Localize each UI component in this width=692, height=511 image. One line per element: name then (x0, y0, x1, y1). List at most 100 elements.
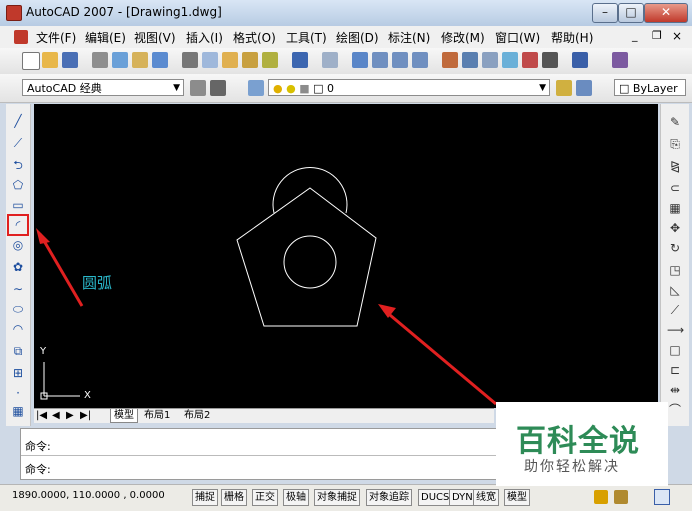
make-current-layer-icon[interactable] (556, 80, 572, 96)
document-icon[interactable] (14, 30, 28, 44)
pan-icon[interactable] (352, 52, 368, 68)
lineweight-toggle[interactable]: 线宽 (473, 489, 499, 506)
join-icon[interactable]: ⊏ (667, 362, 683, 378)
arc-icon[interactable]: ◜ (7, 214, 29, 236)
undo-icon[interactable] (292, 52, 308, 68)
last-tab-icon[interactable]: ▶| (80, 409, 91, 422)
zoom-previous-icon[interactable] (412, 52, 428, 68)
match-properties-icon[interactable] (242, 52, 258, 68)
menu-dimension[interactable]: 标注(N) (388, 29, 430, 46)
workspace-settings-icon[interactable] (190, 80, 206, 96)
3d-dwf-icon[interactable] (152, 52, 168, 68)
sheet-set-icon[interactable] (502, 52, 518, 68)
ellipse-arc-icon[interactable]: ◠ (11, 322, 25, 336)
menu-window[interactable]: 窗口(W) (495, 29, 540, 46)
osnap-toggle[interactable]: 对象捕捉 (314, 489, 360, 506)
layer-manager-icon[interactable] (248, 80, 264, 96)
break-icon[interactable]: □ (667, 342, 683, 358)
menu-modify[interactable]: 修改(M) (441, 29, 485, 46)
ducs-toggle[interactable]: DUCS (418, 489, 453, 506)
rotate-icon[interactable]: ↻ (667, 240, 683, 256)
save-icon[interactable] (62, 52, 78, 68)
offset-icon[interactable]: ⊂ (667, 180, 683, 196)
tool-palettes-icon[interactable] (482, 52, 498, 68)
markup-icon[interactable] (522, 52, 538, 68)
lock-toolbar-icon[interactable] (614, 490, 628, 504)
next-tab-icon[interactable]: ▶ (66, 409, 74, 422)
prev-tab-icon[interactable]: ◀ (52, 409, 60, 422)
zoom-realtime-icon[interactable] (372, 52, 388, 68)
command-input-line[interactable]: 命令: (25, 461, 51, 477)
paste-icon[interactable] (222, 52, 238, 68)
layer-previous-icon[interactable] (576, 80, 592, 96)
construction-line-icon[interactable]: ⟋ (11, 136, 25, 150)
tab-model[interactable]: 模型 (110, 409, 138, 423)
model-toggle[interactable]: 模型 (504, 489, 530, 506)
cut-icon[interactable] (182, 52, 198, 68)
mirror-icon[interactable]: ⧎ (667, 158, 683, 174)
otrack-toggle[interactable]: 对象追踪 (366, 489, 412, 506)
rectangle-icon[interactable]: ▭ (11, 198, 25, 212)
tab-layout2[interactable]: 布局2 (184, 409, 210, 422)
menu-tools[interactable]: 工具(T) (286, 29, 327, 46)
copy-object-icon[interactable]: ⎘ (667, 136, 683, 152)
ellipse-icon[interactable]: ⬭ (11, 302, 25, 316)
snap-toggle[interactable]: 捕捉 (192, 489, 218, 506)
doc-close-button[interactable]: × (672, 29, 682, 43)
drawing-canvas[interactable]: 圆弧 Y X (34, 104, 658, 408)
publish-icon[interactable] (132, 52, 148, 68)
calculator-icon[interactable] (542, 52, 558, 68)
menu-view[interactable]: 视图(V) (134, 29, 176, 46)
chamfer-icon[interactable]: ⇹ (667, 382, 683, 398)
layer-dropdown[interactable]: ● ● ■ □ 0 ▼ (268, 79, 550, 96)
erase-icon[interactable]: ✎ (667, 114, 683, 130)
hatch-icon[interactable]: ▦ (11, 404, 25, 418)
menu-file[interactable]: 文件(F) (36, 29, 76, 46)
stretch-icon[interactable]: ◺ (667, 282, 683, 298)
make-block-icon[interactable]: ⊞ (11, 366, 25, 380)
command-window[interactable]: 命令: 命令: (20, 428, 497, 480)
extend-icon[interactable]: ⟶ (667, 322, 684, 338)
fillet-icon[interactable]: ⌒ (667, 402, 683, 418)
menu-edit[interactable]: 编辑(E) (85, 29, 126, 46)
text-style-icon[interactable] (612, 52, 628, 68)
scale-icon[interactable]: ◳ (667, 262, 683, 278)
move-icon[interactable]: ✥ (667, 220, 683, 236)
doc-minimize-button[interactable]: _ (632, 29, 638, 42)
doc-restore-button[interactable]: ❐ (652, 29, 662, 42)
menu-insert[interactable]: 插入(I) (186, 29, 223, 46)
trim-icon[interactable]: ⟋ (667, 302, 683, 318)
array-icon[interactable]: ▦ (667, 200, 683, 216)
menu-format[interactable]: 格式(O) (233, 29, 276, 46)
polyline-icon[interactable]: ⮌ (11, 158, 25, 172)
dyn-toggle[interactable]: DYN (449, 489, 476, 506)
menu-help[interactable]: 帮助(H) (551, 29, 593, 46)
properties-icon[interactable] (442, 52, 458, 68)
polygon-icon[interactable]: ⬠ (11, 178, 25, 192)
circle-icon[interactable]: ◎ (11, 238, 25, 252)
workspace-dropdown[interactable]: AutoCAD 经典 ▼ (22, 79, 184, 96)
new-icon[interactable] (22, 52, 40, 70)
block-editor-icon[interactable] (262, 52, 278, 68)
tab-layout1[interactable]: 布局1 (144, 409, 170, 422)
menu-draw[interactable]: 绘图(D) (336, 29, 379, 46)
first-tab-icon[interactable]: |◀ (36, 409, 47, 422)
open-icon[interactable] (42, 52, 58, 68)
copy-icon[interactable] (202, 52, 218, 68)
maximize-button[interactable]: □ (618, 3, 644, 23)
revision-cloud-icon[interactable]: ✿ (11, 260, 25, 274)
line-icon[interactable]: ╱ (11, 114, 25, 128)
linetype-dropdown[interactable]: □ ByLayer (614, 79, 686, 96)
clean-screen-icon[interactable] (654, 489, 670, 505)
redo-icon[interactable] (322, 52, 338, 68)
grid-toggle[interactable]: 栅格 (221, 489, 247, 506)
zoom-window-icon[interactable] (392, 52, 408, 68)
point-icon[interactable]: · (11, 386, 25, 400)
autocad-app-icon[interactable] (6, 5, 22, 21)
print-icon[interactable] (92, 52, 108, 68)
insert-block-icon[interactable]: ⧉ (11, 344, 25, 358)
save-workspace-icon[interactable] (210, 80, 226, 96)
close-button[interactable]: ✕ (644, 3, 688, 23)
communication-icon[interactable] (594, 490, 608, 504)
preview-icon[interactable] (112, 52, 128, 68)
